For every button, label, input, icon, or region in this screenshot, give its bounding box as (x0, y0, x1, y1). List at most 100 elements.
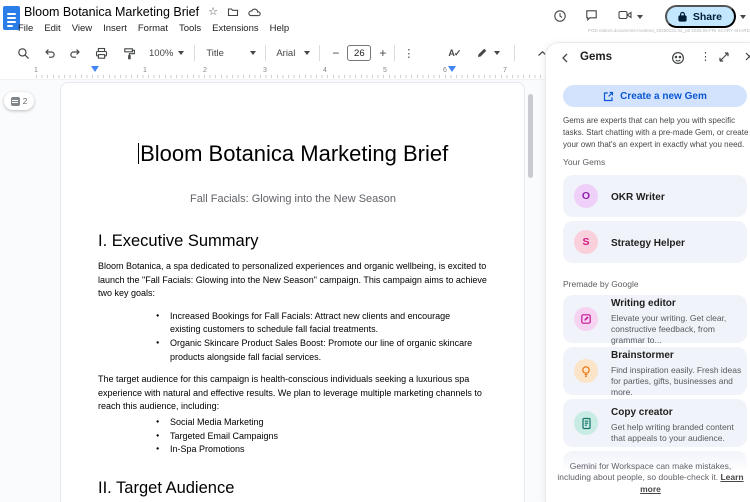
avatar-icon[interactable] (671, 51, 685, 65)
editing-mode-pen-icon[interactable] (476, 47, 488, 59)
zoom-select[interactable]: 100% (149, 48, 173, 59)
ruler-number: 4 (323, 67, 327, 74)
open-in-new-icon (604, 91, 614, 101)
tabs-outline-button[interactable]: 2 (4, 92, 34, 110)
editing-mode-dropdown-icon[interactable] (494, 51, 501, 55)
document-title[interactable]: Bloom Botanica Marketing Brief (24, 5, 199, 19)
panel-title: Gems (580, 51, 612, 63)
redo-icon[interactable] (62, 47, 88, 59)
gem-name: Strategy Helper (611, 238, 685, 249)
create-new-gem-button[interactable]: Create a new Gem (563, 85, 747, 107)
gem-row-writing-editor[interactable]: Writing editor Elevate your writing. Get… (563, 295, 747, 345)
gem-avatar: O (574, 184, 598, 208)
expand-icon[interactable] (718, 51, 730, 63)
toolbar-overflow-icon[interactable]: ⋮ (403, 47, 414, 60)
doc-bullet-list: Increased Bookings for Fall Facials: Att… (98, 310, 488, 364)
menu-file[interactable]: File (18, 23, 33, 34)
document-icon (574, 411, 598, 435)
doc-bullet-list: Social Media Marketing Targeted Email Ca… (98, 416, 488, 457)
ruler-number: 1 (34, 67, 38, 74)
build-debug-text: POD editors.documents-frontend_20250131.… (588, 29, 750, 34)
menu-extensions[interactable]: Extensions (212, 23, 258, 34)
text-cursor (137, 143, 140, 164)
close-icon[interactable] (744, 51, 750, 62)
share-button[interactable]: Share (664, 5, 736, 28)
share-dropdown-icon[interactable] (740, 15, 746, 19)
doc-paragraph[interactable]: Bloom Botanica, a spa dedicated to perso… (98, 260, 488, 301)
meet-dropdown-icon[interactable] (637, 15, 643, 19)
gem-name: Brainstormer (611, 349, 674, 361)
docs-header: Bloom Botanica Marketing Brief ☆ File Ed… (0, 0, 560, 40)
gem-description: Find inspiration easily. Fresh ideas for… (611, 364, 742, 397)
left-indent-marker[interactable] (91, 66, 99, 72)
outline-grid-icon (10, 96, 20, 106)
disclaimer-text: Gemini for Workspace can make mistakes, … (557, 460, 732, 483)
share-button-label: Share (692, 10, 722, 23)
menu-insert[interactable]: Insert (103, 23, 127, 34)
font-size-input[interactable]: 26 (347, 45, 372, 61)
gem-row-strategy-helper[interactable]: S Strategy Helper (563, 221, 747, 263)
premade-by-google-label: Premade by Google (563, 279, 639, 289)
paint-format-icon[interactable] (115, 47, 143, 60)
doc-paragraph[interactable]: The target audience for this campaign is… (98, 373, 488, 414)
doc-bullet-item[interactable]: Organic Skincare Product Sales Boost: Pr… (156, 337, 480, 364)
print-icon[interactable] (88, 47, 115, 60)
zoom-dropdown-icon[interactable] (178, 51, 185, 55)
style-dropdown-icon[interactable] (250, 51, 257, 55)
menu-help[interactable]: Help (270, 23, 290, 34)
gems-intro-text: Gems are experts that can help you with … (563, 116, 749, 149)
spellcheck-icon[interactable]: A✓ (448, 48, 461, 59)
font-size-increase-button[interactable]: + (379, 47, 386, 59)
doc-bullet-item[interactable]: Increased Bookings for Fall Facials: Att… (156, 310, 480, 337)
cloud-status-icon[interactable] (248, 7, 261, 18)
gems-side-panel: Gems ⋮ Create a new Gem Gems are experts… (545, 42, 750, 502)
gemini-disclaimer-footer: Gemini for Workspace can make mistakes, … (546, 450, 750, 502)
search-icon[interactable] (10, 47, 36, 60)
gem-name: Copy creator (611, 407, 673, 418)
gem-row-copy-creator[interactable]: Copy creator Get help writing branded co… (563, 399, 747, 447)
horizontal-ruler[interactable]: 1 1 2 3 4 5 6 7 (0, 66, 560, 80)
star-icon[interactable]: ☆ (208, 6, 218, 18)
doc-bullet-item[interactable]: Social Media Marketing (156, 416, 480, 430)
tab-count-badge: 2 (22, 96, 28, 106)
menu-tools[interactable]: Tools (179, 23, 201, 34)
font-family-select[interactable]: Arial (276, 48, 304, 59)
font-dropdown-icon[interactable] (304, 51, 311, 55)
ruler-number: 2 (203, 67, 207, 74)
doc-subtitle[interactable]: Fall Facials: Glowing into the New Seaso… (98, 193, 488, 205)
doc-heading-1[interactable]: I. Executive Summary (98, 232, 488, 251)
lightbulb-icon (574, 359, 598, 383)
doc-bullet-item[interactable]: In-Spa Promotions (156, 443, 480, 457)
gem-name: Writing editor (611, 297, 676, 309)
menu-format[interactable]: Format (138, 23, 168, 34)
panel-more-icon[interactable]: ⋮ (700, 50, 711, 63)
gem-avatar: S (574, 230, 598, 254)
doc-title-line[interactable]: Bloom Botanica Marketing Brief (98, 139, 488, 169)
paragraph-style-select[interactable]: Title (206, 48, 250, 59)
toolbar: 100% Title Arial − 26 + ⋮ A✓ (0, 40, 560, 66)
undo-icon[interactable] (36, 47, 62, 59)
document-page[interactable]: Bloom Botanica Marketing Brief Fall Faci… (60, 82, 525, 502)
gems-panel-header: Gems ⋮ (546, 43, 750, 77)
ruler-number: 7 (503, 67, 507, 74)
menu-edit[interactable]: Edit (44, 23, 60, 34)
ruler-number: 6 (443, 67, 447, 74)
ruler-number: 1 (143, 67, 147, 74)
gem-row-okr-writer[interactable]: O OKR Writer (563, 175, 747, 217)
version-history-icon[interactable] (553, 9, 567, 23)
right-indent-marker[interactable] (448, 66, 456, 72)
doc-heading-2[interactable]: II. Target Audience (98, 479, 488, 498)
ruler-number: 5 (383, 67, 387, 74)
back-icon[interactable] (560, 52, 570, 64)
comments-icon[interactable] (585, 9, 598, 22)
doc-bullet-item[interactable]: Targeted Email Campaigns (156, 430, 480, 444)
menu-bar: File Edit View Insert Format Tools Exten… (18, 23, 289, 34)
your-gems-label: Your Gems (563, 157, 606, 167)
meet-video-icon[interactable] (618, 9, 633, 21)
document-scrollbar[interactable] (528, 94, 533, 178)
gem-row-brainstormer[interactable]: Brainstormer Find inspiration easily. Fr… (563, 347, 747, 397)
move-folder-icon[interactable] (227, 6, 239, 18)
menu-view[interactable]: View (72, 23, 92, 34)
font-size-decrease-button[interactable]: − (332, 47, 339, 59)
ruler-ticks (36, 75, 541, 78)
